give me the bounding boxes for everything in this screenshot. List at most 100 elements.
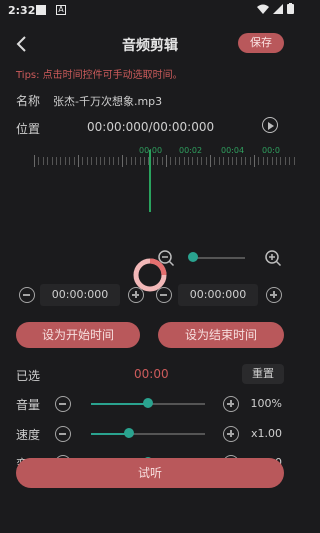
end-increase-button[interactable] bbox=[266, 287, 282, 303]
timeline-tick bbox=[91, 157, 93, 165]
timeline-tick bbox=[95, 157, 97, 165]
start-time-field[interactable]: 00:00:000 bbox=[40, 284, 120, 306]
timeline-tick bbox=[38, 157, 40, 165]
status-bar: 2:32 A bbox=[0, 0, 300, 22]
timeline-tick bbox=[174, 157, 176, 165]
speed-slider-thumb[interactable] bbox=[123, 428, 134, 438]
timeline-tick bbox=[144, 157, 145, 165]
timeline-tick bbox=[289, 157, 291, 165]
timeline-tick bbox=[73, 157, 75, 165]
end-time-field[interactable]: 00:00:000 bbox=[178, 284, 258, 306]
timeline-tick bbox=[64, 157, 66, 165]
timeline-tick bbox=[254, 155, 255, 167]
timeline-tick bbox=[245, 157, 247, 165]
timeline-tick bbox=[86, 157, 88, 165]
timeline-tick bbox=[183, 157, 185, 165]
timeline-tick bbox=[249, 157, 251, 165]
end-decrease-button[interactable] bbox=[156, 287, 172, 303]
zoom-in-icon[interactable] bbox=[264, 249, 282, 267]
selected-duration: 00:00 bbox=[134, 367, 169, 381]
timeline-tick bbox=[240, 157, 242, 165]
timeline-tick bbox=[108, 157, 110, 165]
signal-icon bbox=[273, 3, 283, 14]
volume-value: 100% bbox=[250, 397, 282, 410]
timeline-tick bbox=[51, 157, 53, 165]
volume-slider-fill bbox=[91, 403, 148, 405]
volume-increase-button[interactable] bbox=[223, 396, 239, 412]
playhead-cursor[interactable] bbox=[149, 150, 151, 212]
timeline-tick bbox=[166, 155, 167, 167]
timeline-tick bbox=[139, 157, 141, 165]
timeline-tick bbox=[210, 155, 211, 167]
timeline-tick bbox=[262, 157, 264, 165]
file-name: 张杰-千万次想象.mp3 bbox=[53, 95, 163, 108]
timeline-tick bbox=[201, 157, 203, 165]
timeline-tick bbox=[271, 157, 273, 165]
timeline-tick bbox=[47, 157, 49, 165]
name-label: 名称 bbox=[16, 94, 41, 108]
timeline-label: 00:0 bbox=[262, 146, 280, 155]
speed-slider-fill bbox=[91, 433, 129, 435]
timeline-tick bbox=[227, 157, 229, 165]
timeline-tick bbox=[214, 157, 216, 165]
status-time: 2:32 bbox=[8, 4, 36, 17]
timeline-tick bbox=[117, 157, 119, 165]
speed-label: 速度 bbox=[16, 428, 41, 442]
timeline-label: 00:02 bbox=[179, 146, 203, 155]
volume-label: 音量 bbox=[16, 398, 41, 412]
set-end-button[interactable]: 设为结束时间 bbox=[158, 322, 284, 348]
timeline-tick bbox=[135, 157, 137, 165]
timeline-tick bbox=[60, 157, 62, 165]
timeline-tick bbox=[258, 157, 260, 165]
timeline-tick bbox=[284, 157, 286, 165]
notification-icon bbox=[36, 5, 46, 15]
tips-text: Tips: 点击时间控件可手动选取时间。 bbox=[16, 70, 183, 81]
timeline-tick bbox=[42, 157, 44, 165]
speed-value: x1.00 bbox=[250, 427, 282, 440]
timeline-tick bbox=[170, 157, 172, 165]
position-value: 00:00:000/00:00:000 bbox=[87, 120, 215, 134]
speed-decrease-button[interactable] bbox=[55, 426, 71, 442]
timeline-tick bbox=[34, 155, 35, 167]
timeline-tick bbox=[130, 157, 132, 165]
timeline-tick bbox=[218, 157, 220, 165]
play-icon[interactable] bbox=[262, 117, 278, 133]
speed-slider[interactable] bbox=[91, 433, 205, 435]
timeline-tick bbox=[236, 157, 238, 165]
timeline-tick bbox=[223, 157, 225, 165]
volume-slider-thumb[interactable] bbox=[143, 398, 153, 408]
app-notification-icon: A bbox=[56, 5, 66, 15]
timeline-tick bbox=[82, 157, 84, 165]
timeline-tick bbox=[157, 157, 159, 165]
battery-icon bbox=[287, 3, 294, 14]
selected-label: 已选 bbox=[16, 369, 41, 383]
timeline-tick bbox=[280, 157, 282, 165]
zoom-slider-track[interactable] bbox=[191, 257, 245, 259]
timeline[interactable]: 00:00 00:02 00:04 00:0 bbox=[30, 143, 300, 173]
set-start-button[interactable]: 设为开始时间 bbox=[16, 322, 140, 348]
status-icons bbox=[257, 3, 294, 14]
save-button[interactable]: 保存 bbox=[238, 33, 284, 53]
timeline-tick bbox=[69, 157, 71, 165]
start-increase-button[interactable] bbox=[128, 287, 144, 303]
timeline-tick bbox=[196, 157, 198, 165]
timeline-tick bbox=[205, 157, 207, 165]
wifi-icon bbox=[257, 4, 269, 14]
listen-button[interactable]: 试听 bbox=[16, 458, 284, 488]
timeline-tick bbox=[293, 157, 295, 165]
zoom-slider-thumb[interactable] bbox=[188, 252, 198, 262]
speed-increase-button[interactable] bbox=[223, 426, 239, 442]
timeline-tick bbox=[188, 157, 189, 165]
reset-button[interactable]: 重置 bbox=[242, 364, 284, 384]
timeline-tick bbox=[152, 157, 154, 165]
timeline-tick bbox=[104, 157, 106, 165]
volume-decrease-button[interactable] bbox=[55, 396, 71, 412]
timeline-tick bbox=[113, 157, 115, 165]
timeline-tick bbox=[78, 155, 79, 167]
timeline-tick bbox=[161, 157, 163, 165]
start-decrease-button[interactable] bbox=[19, 287, 35, 303]
timeline-tick bbox=[276, 157, 277, 165]
timeline-tick bbox=[126, 157, 128, 165]
timeline-tick bbox=[232, 157, 233, 165]
timeline-tick bbox=[267, 157, 269, 165]
